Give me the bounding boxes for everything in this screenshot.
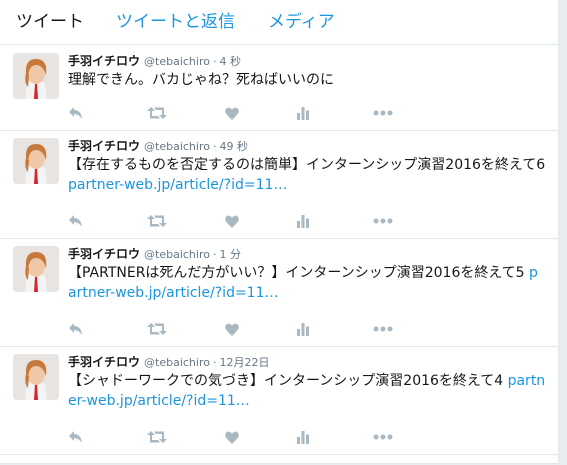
tweet-body: 【存在するものを否定するのは簡単】インターンシップ演習2016を終えて6: [68, 157, 546, 173]
like-button[interactable]: [225, 213, 239, 229]
more-icon: [373, 110, 393, 116]
reply-button[interactable]: [68, 213, 84, 229]
reply-icon: [68, 322, 84, 336]
tweet-text: 【存在するものを否定するのは簡単】インターンシップ演習2016を終えて6 par…: [68, 155, 546, 195]
analytics-icon: [297, 106, 309, 120]
tweet-text: 【シャドーワークでの気づき】インターンシップ演習2016を終えて4 partne…: [68, 371, 546, 411]
retweet-icon: [147, 214, 167, 228]
reply-icon: [68, 430, 84, 444]
separator: ·: [212, 55, 217, 68]
analytics-button[interactable]: [297, 429, 309, 445]
reply-button[interactable]: [68, 429, 84, 445]
display-name[interactable]: 手羽イチロウ: [68, 54, 140, 68]
tab-tweets[interactable]: ツイート: [16, 0, 84, 44]
analytics-button[interactable]: [297, 321, 309, 337]
tweet-header: 手羽イチロウ @tebaichiro · 12月22日: [68, 353, 269, 370]
display-name[interactable]: 手羽イチロウ: [68, 139, 140, 153]
analytics-button[interactable]: [297, 105, 309, 121]
retweet-button[interactable]: [147, 213, 167, 229]
like-icon: [225, 323, 239, 336]
like-button[interactable]: [225, 321, 239, 337]
tweet-actions: [68, 105, 398, 121]
tweet[interactable]: 手羽イチロウ @tebaichiro · 4 秒 理解できん。バカじゃね？死ねばいいの…: [0, 45, 558, 131]
separator: ·: [212, 140, 217, 153]
username[interactable]: @tebaichiro: [144, 55, 210, 68]
tweet-link[interactable]: partner-web.jp/article/?id=11…: [68, 177, 287, 193]
reply-button[interactable]: [68, 105, 84, 121]
analytics-icon: [297, 214, 309, 228]
retweet-icon: [147, 430, 167, 444]
tweet-header: 手羽イチロウ @tebaichiro · 49 秒: [68, 137, 248, 154]
timestamp[interactable]: 12月22日: [219, 356, 269, 369]
reply-icon: [68, 214, 84, 228]
like-icon: [225, 107, 239, 120]
tweet-actions: [68, 429, 398, 445]
tweet-actions: [68, 321, 398, 337]
timestamp[interactable]: 4 秒: [219, 55, 241, 68]
reply-button[interactable]: [68, 321, 84, 337]
avatar[interactable]: [13, 246, 59, 292]
analytics-icon: [297, 430, 309, 444]
analytics-icon: [297, 322, 309, 336]
reply-icon: [68, 106, 84, 120]
avatar[interactable]: [13, 354, 59, 400]
tweet-text: 【PARTNERは死んだ方がいい？】インターンシップ演習2016を終えて5 pa…: [68, 263, 546, 303]
retweet-icon: [147, 322, 167, 336]
avatar[interactable]: [13, 53, 59, 99]
retweet-button[interactable]: [147, 321, 167, 337]
separator: ·: [212, 356, 217, 369]
timestamp[interactable]: 1 分: [219, 248, 241, 261]
more-button[interactable]: [373, 429, 393, 445]
tweet-header: 手羽イチロウ @tebaichiro · 4 秒: [68, 52, 241, 69]
tweet-body: 【シャドーワークでの気づき】インターンシップ演習2016を終えて4: [68, 373, 508, 389]
profile-timeline: ツイート ツイートと返信 メディア 手羽イチロウ @tebaichiro · 4 秒 …: [0, 0, 559, 464]
tweet-actions: [68, 213, 398, 229]
like-icon: [225, 431, 239, 444]
tweet[interactable]: 手羽イチロウ @tebaichiro · 49 秒 【存在するものを否定するのは簡単】…: [0, 130, 558, 239]
username[interactable]: @tebaichiro: [144, 140, 210, 153]
separator: ·: [212, 248, 217, 261]
more-icon: [373, 434, 393, 440]
username[interactable]: @tebaichiro: [144, 248, 210, 261]
timestamp[interactable]: 49 秒: [219, 140, 248, 153]
more-button[interactable]: [373, 213, 393, 229]
more-button[interactable]: [373, 105, 393, 121]
display-name[interactable]: 手羽イチロウ: [68, 247, 140, 261]
like-button[interactable]: [225, 105, 239, 121]
retweet-button[interactable]: [147, 105, 167, 121]
tweet-header: 手羽イチロウ @tebaichiro · 1 分: [68, 245, 241, 262]
avatar[interactable]: [13, 138, 59, 184]
like-button[interactable]: [225, 429, 239, 445]
tweet-text: 理解できん。バカじゃね？死ねばいいのに: [68, 70, 546, 90]
analytics-button[interactable]: [297, 213, 309, 229]
more-icon: [373, 218, 393, 224]
more-button[interactable]: [373, 321, 393, 337]
tweet-body: 理解できん。バカじゃね？死ねばいいのに: [68, 72, 334, 88]
retweet-button[interactable]: [147, 429, 167, 445]
retweet-icon: [147, 106, 167, 120]
timeline-tabs: ツイート ツイートと返信 メディア: [0, 0, 558, 45]
like-icon: [225, 215, 239, 228]
tab-tweets-and-replies[interactable]: ツイートと返信: [116, 0, 235, 44]
tweet-body: 【PARTNERは死んだ方がいい？】インターンシップ演習2016を終えて5: [68, 265, 530, 281]
tweet[interactable]: 手羽イチロウ @tebaichiro · 12月22日 【シャドーワークでの気づき】イ…: [0, 346, 558, 455]
display-name[interactable]: 手羽イチロウ: [68, 355, 140, 369]
more-icon: [373, 326, 393, 332]
tab-media[interactable]: メディア: [268, 0, 335, 44]
username[interactable]: @tebaichiro: [144, 356, 210, 369]
tweet[interactable]: 手羽イチロウ @tebaichiro · 1 分 【PARTNERは死んだ方がいい？】…: [0, 238, 558, 347]
